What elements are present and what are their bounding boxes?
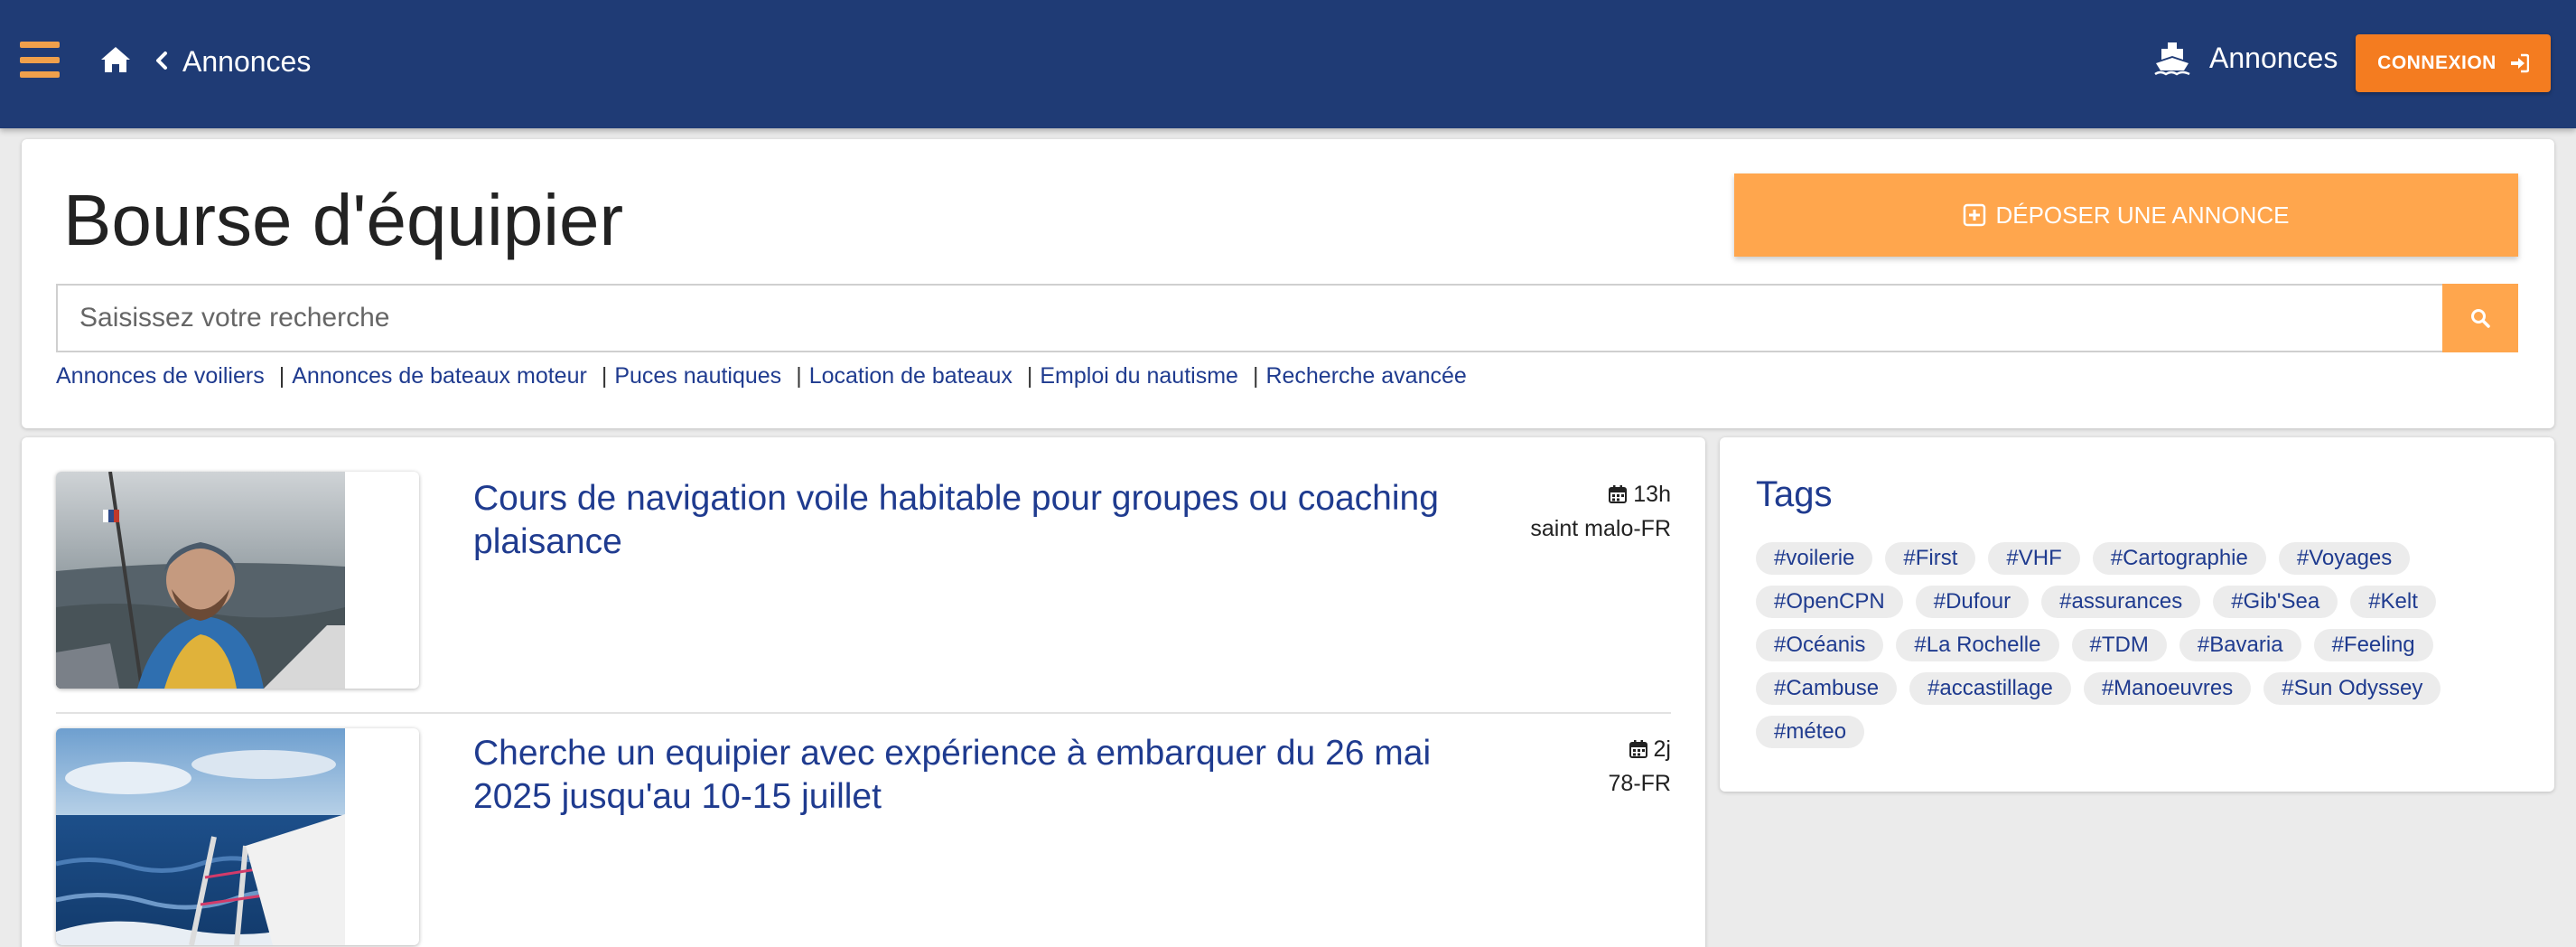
top-navbar: Annonces Annonces CONNEXION (0, 0, 2576, 128)
listing-location: 78-FR (1608, 771, 1671, 796)
tag-chip[interactable]: #OpenCPN (1756, 586, 1903, 618)
tag-chip[interactable]: #Sun Odyssey (2263, 672, 2441, 705)
listing-age: 2j (1653, 736, 1671, 762)
post-ad-button[interactable]: DÉPOSER UNE ANNONCE (1734, 173, 2518, 257)
listings-card: Cours de navigation voile habitable pour… (22, 437, 1705, 947)
home-icon[interactable] (99, 45, 132, 74)
link-annonces-bateaux-moteur[interactable]: Annonces de bateaux moteur (292, 361, 587, 390)
tag-chip[interactable]: #Voyages (2278, 542, 2411, 575)
search-icon (2471, 309, 2490, 328)
tag-chip[interactable]: #First (1885, 542, 1976, 575)
tag-chip[interactable]: #Dufour (1915, 586, 2030, 618)
listing-location: saint malo-FR (1530, 516, 1671, 541)
link-location-bateaux[interactable]: Location de bateaux (809, 361, 1013, 390)
tag-chip[interactable]: #VHF (1988, 542, 2080, 575)
listing-item[interactable]: Cours de navigation voile habitable pour… (56, 472, 1671, 707)
tag-list: #voilerie #First #VHF #Cartographie #Voy… (1756, 542, 2478, 748)
search-button[interactable] (2442, 284, 2518, 352)
page-title: Bourse d'équipier (63, 180, 624, 260)
tag-chip[interactable]: #Océanis (1756, 629, 1884, 661)
tag-chip[interactable]: #La Rochelle (1896, 629, 2059, 661)
login-button[interactable]: CONNEXION (2356, 34, 2551, 92)
listing-date: 2j (1609, 732, 1671, 766)
plus-square-icon (1964, 203, 1986, 227)
tag-chip[interactable]: #Kelt (2350, 586, 2436, 618)
breadcrumb-annonces[interactable]: Annonces (182, 43, 311, 80)
listing-photo-sea (56, 728, 345, 945)
post-ad-button-label: DÉPOSER UNE ANNONCE (1995, 201, 2290, 229)
tags-title: Tags (1756, 474, 1833, 514)
listing-item[interactable]: Cherche un equipier avec expérience à em… (56, 712, 1671, 947)
tag-chip[interactable]: #Cambuse (1756, 672, 1898, 705)
ship-icon (2154, 42, 2190, 76)
tag-chip[interactable]: #Manoeuvres (2083, 672, 2252, 705)
tag-chip[interactable]: #méteo (1756, 716, 1865, 748)
link-separator: | (1026, 363, 1033, 389)
menu-icon[interactable] (20, 42, 60, 78)
listing-title[interactable]: Cherche un equipier avec expérience à em… (473, 732, 1512, 819)
listing-thumbnail[interactable] (56, 728, 419, 945)
tag-chip[interactable]: #voilerie (1756, 542, 1873, 575)
link-separator: | (1252, 363, 1259, 389)
link-annonces-voiliers[interactable]: Annonces de voiliers (56, 361, 265, 390)
quick-links: Annonces de voiliers | Annonces de batea… (56, 361, 1467, 390)
nav-annonces-link[interactable]: Annonces (2209, 40, 2338, 76)
link-separator: | (601, 363, 608, 389)
listing-title[interactable]: Cours de navigation voile habitable pour… (473, 477, 1512, 564)
tag-chip[interactable]: #Gib'Sea (2213, 586, 2338, 618)
sign-in-icon (2510, 53, 2529, 73)
tag-chip[interactable]: #assurances (2041, 586, 2201, 618)
tag-chip[interactable]: #Feeling (2313, 629, 2433, 661)
login-button-label: CONNEXION (2377, 52, 2497, 73)
calendar-icon (1629, 740, 1647, 758)
link-separator: | (278, 363, 285, 389)
search-input[interactable] (56, 284, 2444, 352)
tag-chip[interactable]: #accastillage (1909, 672, 2071, 705)
listing-date: 13h (1530, 477, 1671, 511)
header-card: Bourse d'équipier DÉPOSER UNE ANNONCE An… (22, 139, 2554, 428)
listing-meta: 2j 78-FR (1609, 732, 1671, 801)
listing-photo-sailor (56, 472, 345, 689)
listing-thumbnail[interactable] (56, 472, 419, 689)
listing-age: 13h (1633, 482, 1671, 507)
tag-chip[interactable]: #Bavaria (2179, 629, 2301, 661)
tags-card: Tags #voilerie #First #VHF #Cartographie… (1720, 437, 2554, 792)
listing-meta: 13h saint malo-FR (1530, 477, 1671, 546)
chevron-left-icon[interactable] (154, 51, 170, 70)
link-recherche-avancee[interactable]: Recherche avancée (1265, 361, 1466, 390)
link-puces-nautiques[interactable]: Puces nautiques (614, 361, 781, 390)
tag-chip[interactable]: #TDM (2071, 629, 2167, 661)
link-separator: | (796, 363, 802, 389)
tag-chip[interactable]: #Cartographie (2092, 542, 2266, 575)
link-emploi-nautisme[interactable]: Emploi du nautisme (1040, 361, 1238, 390)
calendar-icon (1609, 485, 1628, 503)
